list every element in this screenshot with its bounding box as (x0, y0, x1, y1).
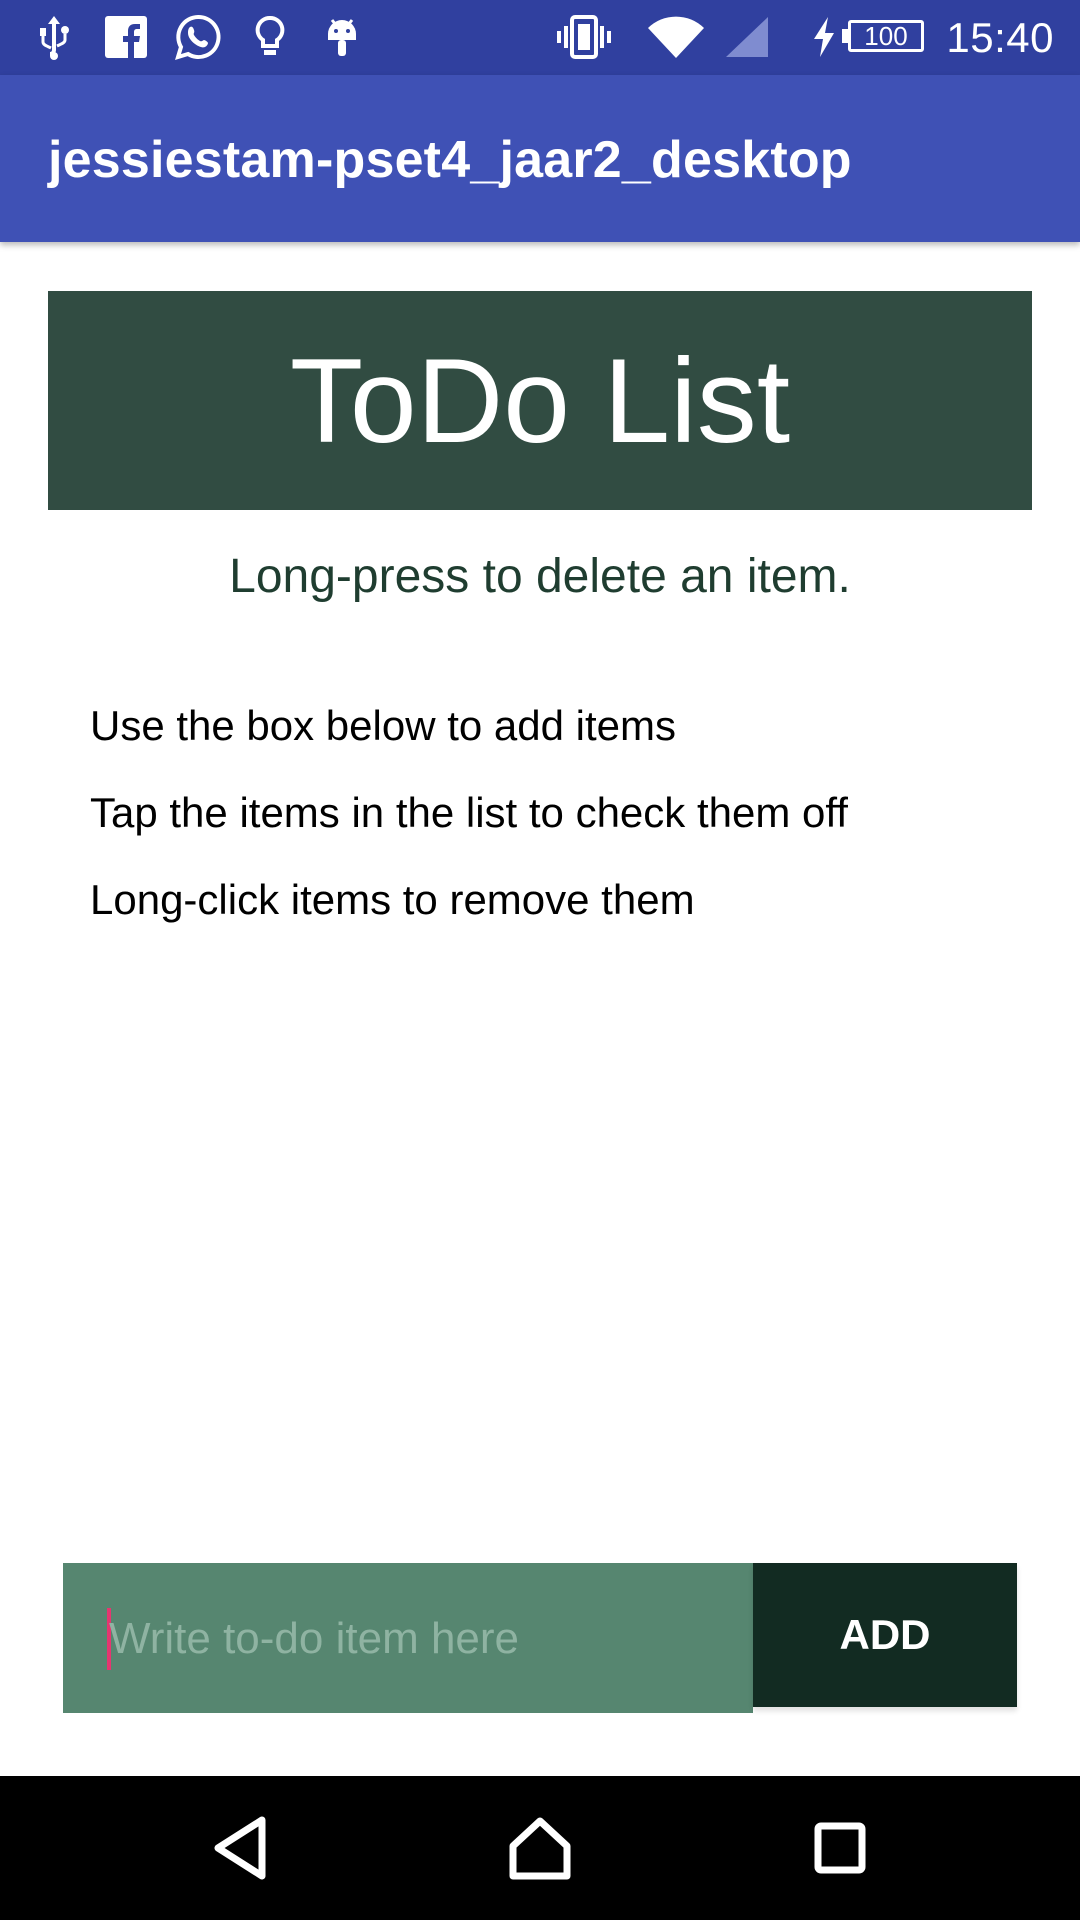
todo-input-placeholder: Write to-do item here (109, 1614, 520, 1663)
list-item[interactable]: Long-click items to remove them (90, 856, 1040, 943)
home-icon[interactable] (490, 1798, 590, 1898)
facebook-icon (104, 12, 148, 62)
app-title: jessiestam-pset4_jaar2_desktop (48, 131, 852, 189)
app-bar: jessiestam-pset4_jaar2_desktop (0, 75, 1080, 242)
add-button[interactable]: ADD (753, 1563, 1017, 1707)
navigation-bar (0, 1776, 1080, 1920)
back-icon[interactable] (190, 1798, 290, 1898)
delete-hint: Long-press to delete an item. (229, 550, 851, 603)
lightbulb-icon (252, 12, 288, 62)
vibrate-icon (556, 12, 612, 62)
wifi-icon (644, 12, 708, 62)
list-item[interactable]: Use the box below to add items (90, 682, 1040, 769)
signal-icon (722, 12, 772, 62)
list-item[interactable]: Tap the items in the list to check them … (90, 769, 1040, 856)
todo-list: Use the box below to add items Tap the i… (90, 682, 1040, 943)
status-bar: 100 15:40 (0, 0, 1080, 75)
whatsapp-icon (172, 12, 224, 62)
header-block: ToDo List (48, 291, 1032, 510)
status-time: 15:40 (946, 14, 1054, 61)
charging-icon (810, 12, 838, 62)
todo-input[interactable]: Write to-do item here (63, 1563, 753, 1713)
add-item-row: Write to-do item here ADD (63, 1563, 1017, 1713)
battery-icon: 100 (848, 20, 924, 52)
recents-icon[interactable] (790, 1798, 890, 1898)
android-icon (322, 12, 362, 62)
page-title: ToDo List (289, 333, 791, 468)
usb-icon (32, 12, 76, 62)
